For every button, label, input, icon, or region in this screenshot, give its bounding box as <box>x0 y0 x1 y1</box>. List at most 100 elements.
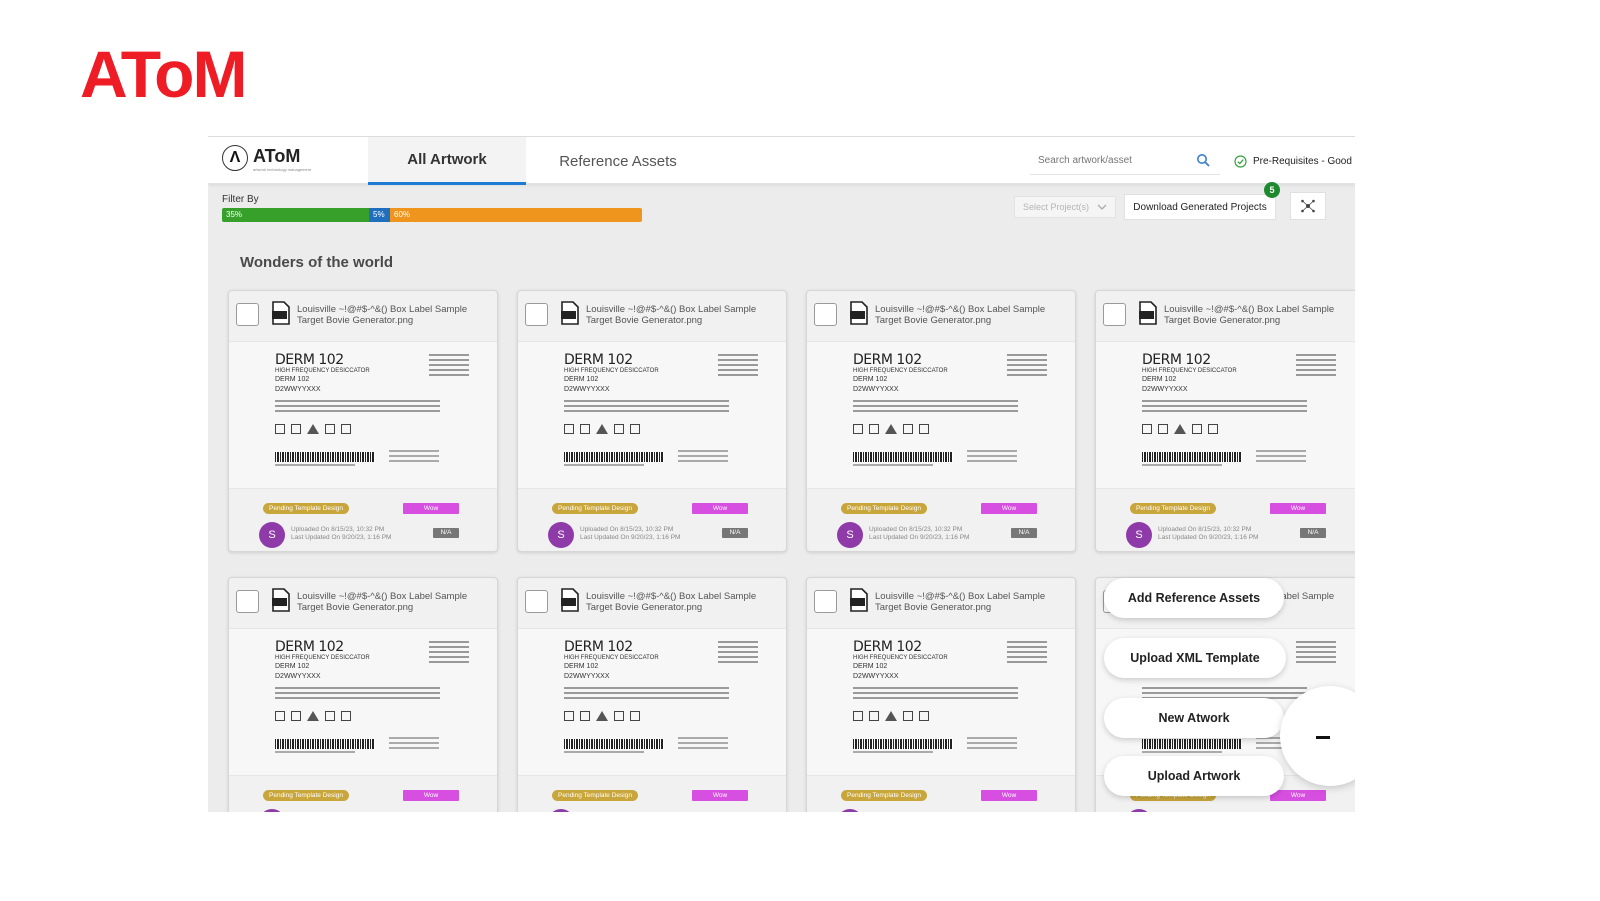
artwork-card[interactable]: Louisville ~!@#$-^&() Box Label Sample T… <box>517 290 787 552</box>
barcode-icon <box>1142 452 1242 462</box>
label-product-name: DERM 102 <box>1142 352 1211 368</box>
label-manufacturer-block <box>1007 641 1047 666</box>
filter-segment-orange[interactable]: 60% <box>390 208 642 222</box>
avatar[interactable]: S <box>259 522 285 548</box>
label-description: HIGH FREQUENCY DESICCATOR <box>275 368 370 374</box>
card-checkbox[interactable] <box>525 590 548 613</box>
status-badge: Pending Template Design <box>263 503 349 514</box>
artwork-preview[interactable]: DERM 102 HIGH FREQUENCY DESICCATOR DERM … <box>1096 341 1355 489</box>
project-select[interactable]: Select Project(s) <box>1014 196 1116 218</box>
filter-progress-bar[interactable]: 35% 5% 60% <box>222 208 642 222</box>
upload-artwork-button[interactable]: Upload Artwork <box>1104 756 1284 796</box>
artwork-card[interactable]: Louisville ~!@#$-^&() Box Label Sample T… <box>806 290 1076 552</box>
label-product-name: DERM 102 <box>564 639 633 655</box>
brand-logo[interactable]: Λ AToM artwork technology management <box>222 145 312 175</box>
card-title-line1: Louisville ~!@#$-^&() Box Label Sample <box>297 591 468 602</box>
filter-segment-green[interactable]: 35% <box>222 208 369 222</box>
label-contents-text <box>564 400 729 415</box>
search-icon[interactable] <box>1196 153 1210 167</box>
project-tag: Wow <box>981 790 1037 801</box>
download-generated-projects-button[interactable]: Download Generated Projects <box>1124 194 1276 220</box>
avatar[interactable]: S <box>259 809 285 812</box>
na-badge: N/A <box>1011 528 1037 538</box>
artwork-card[interactable]: Louisville ~!@#$-^&() Box Label Sample T… <box>228 290 498 552</box>
label-address-block <box>678 737 728 752</box>
label-product-name: DERM 102 <box>275 352 344 368</box>
label-address-block <box>967 737 1017 752</box>
card-header: Louisville ~!@#$-^&() Box Label Sample T… <box>518 578 786 628</box>
label-contents-text <box>853 400 1018 415</box>
label-reference: DERM 102 <box>275 376 310 383</box>
tab-reference-assets[interactable]: Reference Assets <box>528 137 708 185</box>
card-title-line2: Target Bovie Generator.png <box>875 602 992 613</box>
add-reference-assets-button[interactable]: Add Reference Assets <box>1104 578 1284 618</box>
network-view-button[interactable] <box>1290 192 1326 220</box>
label-manufacturer-block <box>429 354 469 379</box>
avatar[interactable]: S <box>837 809 863 812</box>
label-description: HIGH FREQUENCY DESICCATOR <box>564 368 659 374</box>
avatar[interactable]: S <box>1126 522 1152 548</box>
na-badge: N/A <box>1300 528 1326 538</box>
artwork-preview[interactable]: DERM 102 HIGH FREQUENCY DESICCATOR DERM … <box>518 341 786 489</box>
project-tag: Wow <box>403 790 459 801</box>
label-contents-text <box>1142 400 1307 415</box>
card-checkbox[interactable] <box>525 303 548 326</box>
card-checkbox[interactable] <box>236 303 259 326</box>
card-title: Louisville ~!@#$-^&() Box Label Sample T… <box>875 304 1045 326</box>
label-manufacturer-block <box>718 641 758 666</box>
prerequisites-status[interactable]: Pre-Requisites - Good <box>1234 149 1352 173</box>
chevron-down-icon <box>1097 204 1107 210</box>
artwork-preview[interactable]: DERM 102 HIGH FREQUENCY DESICCATOR DERM … <box>807 628 1075 776</box>
label-serial: D2WWYYXXX <box>1142 386 1188 393</box>
na-badge: N/A <box>722 528 748 538</box>
label-reference: DERM 102 <box>564 376 599 383</box>
search-input[interactable] <box>1038 155 1188 166</box>
artwork-card[interactable]: Louisville ~!@#$-^&() Box Label Sample T… <box>228 577 498 812</box>
upload-info: Uploaded On 8/15/23, 10:32 PM Last Updat… <box>291 526 391 542</box>
app-window: Λ AToM artwork technology management All… <box>208 136 1355 812</box>
uploaded-on: Uploaded On 8/15/23, 10:32 PM <box>291 526 385 533</box>
label-reference: DERM 102 <box>275 663 310 670</box>
card-checkbox[interactable] <box>814 303 837 326</box>
artwork-card[interactable]: Louisville ~!@#$-^&() Box Label Sample T… <box>806 577 1076 812</box>
upload-info: Uploaded On 8/15/23, 10:32 PM Last Updat… <box>1158 526 1258 542</box>
barcode-icon <box>853 739 953 749</box>
label-address-block <box>1256 450 1306 465</box>
upload-xml-template-button[interactable]: Upload XML Template <box>1104 638 1286 678</box>
card-checkbox[interactable] <box>814 590 837 613</box>
card-header: Louisville ~!@#$-^&() Box Label Sample T… <box>518 291 786 341</box>
na-badge: N/A <box>433 528 459 538</box>
artwork-preview[interactable]: DERM 102 HIGH FREQUENCY DESICCATOR DERM … <box>229 341 497 489</box>
artwork-preview[interactable]: DERM 102 HIGH FREQUENCY DESICCATOR DERM … <box>518 628 786 776</box>
avatar[interactable]: S <box>548 809 574 812</box>
artwork-card[interactable]: Louisville ~!@#$-^&() Box Label Sample T… <box>1095 290 1355 552</box>
filter-segment-blue[interactable]: 5% <box>369 208 390 222</box>
card-title-line2: Target Bovie Generator.png <box>297 315 414 326</box>
card-title-line1: Louisville ~!@#$-^&() Box Label Sample <box>875 591 1046 602</box>
artwork-card[interactable]: Louisville ~!@#$-^&() Box Label Sample T… <box>517 577 787 812</box>
upload-info: Uploaded On 8/15/23, 10:32 PM Last Updat… <box>580 526 680 542</box>
barcode-text <box>275 751 355 753</box>
card-header: Louisville ~!@#$-^&() Box Label Sample T… <box>229 578 497 628</box>
card-checkbox[interactable] <box>236 590 259 613</box>
new-artwork-button[interactable]: New Atwork <box>1104 698 1284 738</box>
barcode-text <box>1142 464 1222 466</box>
last-updated-on: Last Updated On 9/20/23, 1:16 PM <box>580 534 681 541</box>
label-serial: D2WWYYXXX <box>853 386 899 393</box>
label-description: HIGH FREQUENCY DESICCATOR <box>853 368 948 374</box>
card-checkbox[interactable] <box>1103 303 1126 326</box>
avatar[interactable]: S <box>548 522 574 548</box>
label-manufacturer-block <box>1296 354 1336 379</box>
avatar[interactable]: S <box>1126 809 1152 812</box>
artwork-preview[interactable]: DERM 102 HIGH FREQUENCY DESICCATOR DERM … <box>229 628 497 776</box>
artwork-preview[interactable]: DERM 102 HIGH FREQUENCY DESICCATOR DERM … <box>807 341 1075 489</box>
status-badge: Pending Template Design <box>263 790 349 801</box>
label-address-block <box>389 450 439 465</box>
label-serial: D2WWYYXXX <box>853 673 899 680</box>
avatar[interactable]: S <box>837 522 863 548</box>
download-count-badge: 5 <box>1264 182 1280 198</box>
barcode-icon <box>275 739 375 749</box>
tab-all-artwork[interactable]: All Artwork <box>368 137 526 185</box>
label-description: HIGH FREQUENCY DESICCATOR <box>564 655 659 661</box>
check-circle-icon <box>1234 154 1247 168</box>
